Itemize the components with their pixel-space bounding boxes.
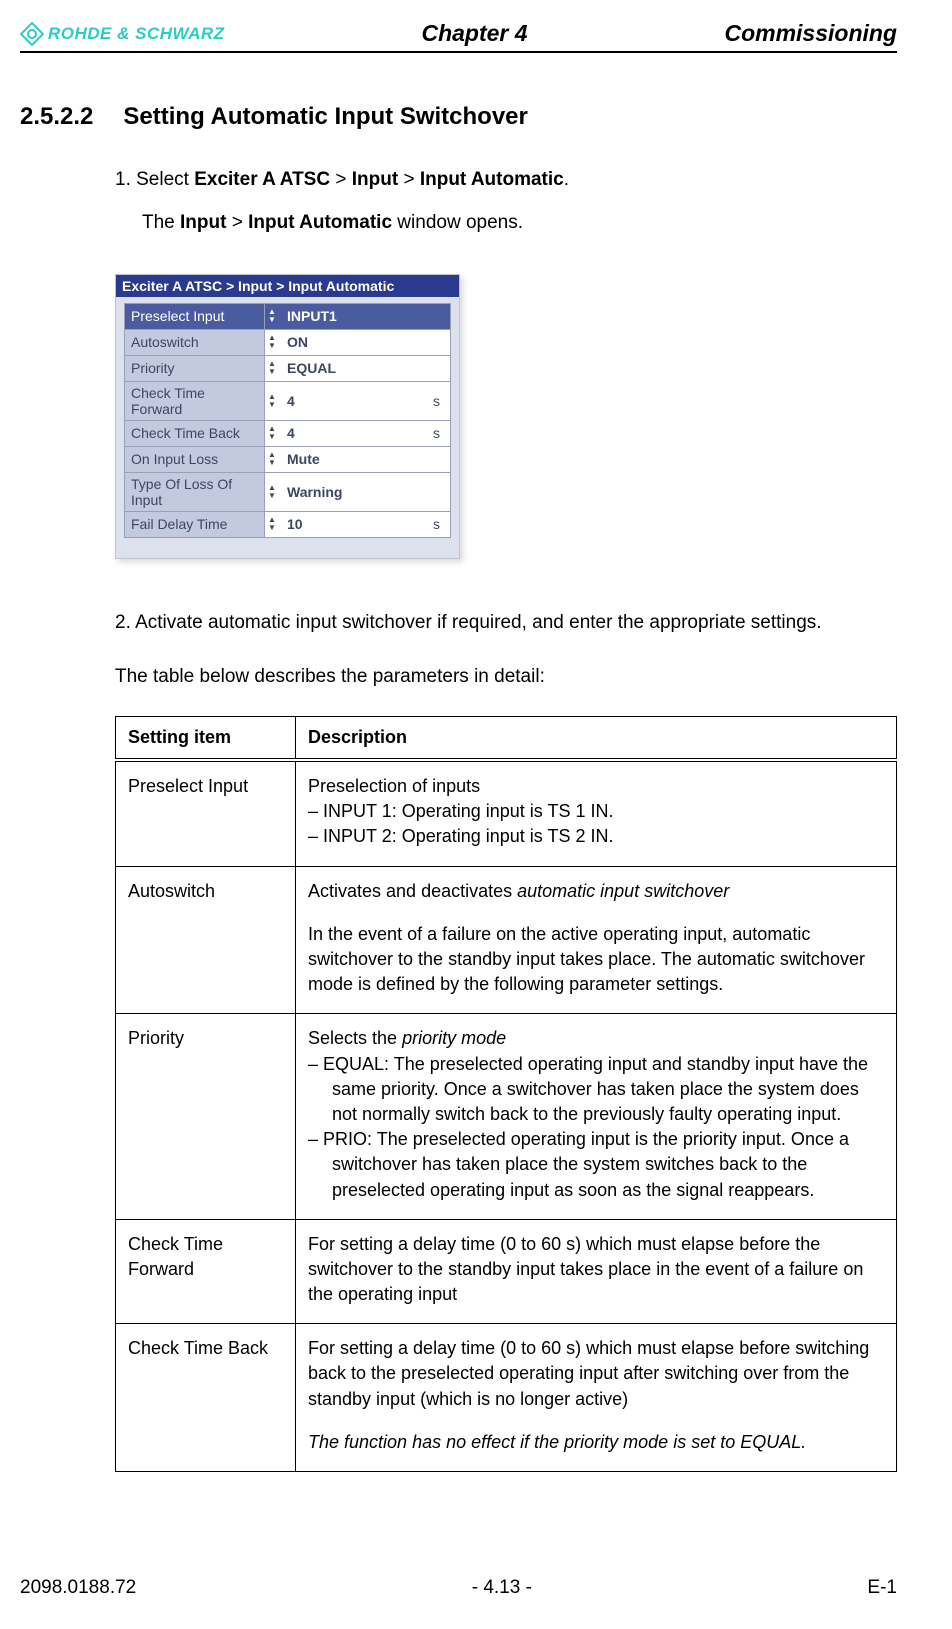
description-table: Setting item Description Preselect Input…: [115, 716, 897, 1472]
footer-right: E-1: [867, 1577, 897, 1599]
section-heading: 2.5.2.2 Setting Automatic Input Switchov…: [20, 103, 897, 131]
step-2: 2. Activate automatic input switchover i…: [115, 609, 897, 637]
updown-icon[interactable]: ▲ ▼: [268, 425, 276, 441]
step-1: 1. Select Exciter A ATSC > Input > Input…: [115, 166, 897, 194]
chapter-label: Chapter 4: [421, 20, 527, 47]
config-row-label: On Input Loss: [125, 446, 265, 472]
table-row: Preselect Input Preselection of inputs I…: [116, 760, 897, 866]
config-breadcrumb: Exciter A ATSC > Input > Input Automatic: [116, 275, 459, 297]
page-title: Commissioning: [724, 20, 897, 47]
brand-text: ROHDE & SCHWARZ: [48, 24, 225, 44]
step-1-result: The Input > Input Automatic window opens…: [115, 212, 897, 234]
col-setting-item: Setting item: [116, 717, 296, 761]
config-row-value[interactable]: ▲ ▼ON: [265, 329, 451, 355]
content-body: 1. Select Exciter A ATSC > Input > Input…: [20, 166, 897, 1472]
config-row-value[interactable]: ▲ ▼Mute: [265, 446, 451, 472]
config-row-label: Type Of Loss Of Input: [125, 472, 265, 511]
config-row-value[interactable]: ▲ ▼INPUT1: [265, 303, 451, 329]
footer-center: - 4.13 -: [472, 1577, 532, 1599]
updown-icon[interactable]: ▲ ▼: [268, 334, 276, 350]
config-row-label: Check Time Forward: [125, 381, 265, 420]
config-table: Preselect Input▲ ▼INPUT1Autoswitch▲ ▼ONP…: [124, 303, 451, 538]
table-intro: The table below describes the parameters…: [115, 666, 897, 688]
config-row-value[interactable]: ▲ ▼EQUAL: [265, 355, 451, 381]
config-row: Priority▲ ▼EQUAL: [125, 355, 451, 381]
table-row: Check Time Forward For setting a delay t…: [116, 1219, 897, 1324]
config-row: Autoswitch▲ ▼ON: [125, 329, 451, 355]
logo-icon: [20, 22, 44, 46]
config-row: On Input Loss▲ ▼Mute: [125, 446, 451, 472]
config-row-label: Preselect Input: [125, 303, 265, 329]
config-row-value[interactable]: ▲ ▼4s: [265, 420, 451, 446]
table-row: Autoswitch Activates and deactivates aut…: [116, 866, 897, 1014]
brand-logo: ROHDE & SCHWARZ: [20, 22, 225, 46]
config-row: Check Time Forward▲ ▼4s: [125, 381, 451, 420]
table-row: Priority Selects the priority mode EQUAL…: [116, 1014, 897, 1219]
config-row: Fail Delay Time▲ ▼10s: [125, 511, 451, 537]
config-row-label: Fail Delay Time: [125, 511, 265, 537]
config-row: Type Of Loss Of Input▲ ▼Warning: [125, 472, 451, 511]
updown-icon[interactable]: ▲ ▼: [268, 451, 276, 467]
footer-left: 2098.0188.72: [20, 1577, 136, 1599]
config-row-value[interactable]: ▲ ▼4s: [265, 381, 451, 420]
table-row: Check Time Back For setting a delay time…: [116, 1324, 897, 1472]
updown-icon[interactable]: ▲ ▼: [268, 516, 276, 532]
config-row-value[interactable]: ▲ ▼10s: [265, 511, 451, 537]
updown-icon[interactable]: ▲ ▼: [268, 308, 276, 324]
config-row-label: Priority: [125, 355, 265, 381]
page-footer: 2098.0188.72 - 4.13 - E-1: [20, 1577, 897, 1599]
config-row-label: Check Time Back: [125, 420, 265, 446]
config-row: Preselect Input▲ ▼INPUT1: [125, 303, 451, 329]
config-row-label: Autoswitch: [125, 329, 265, 355]
page-header: ROHDE & SCHWARZ Chapter 4 Commissioning: [20, 20, 897, 53]
section-number: 2.5.2.2: [20, 103, 93, 131]
updown-icon[interactable]: ▲ ▼: [268, 484, 276, 500]
config-panel: Exciter A ATSC > Input > Input Automatic…: [115, 274, 460, 559]
section-title: Setting Automatic Input Switchover: [123, 103, 527, 131]
col-description: Description: [296, 717, 897, 761]
updown-icon[interactable]: ▲ ▼: [268, 360, 276, 376]
config-row: Check Time Back▲ ▼4s: [125, 420, 451, 446]
config-row-value[interactable]: ▲ ▼Warning: [265, 472, 451, 511]
updown-icon[interactable]: ▲ ▼: [268, 393, 276, 409]
